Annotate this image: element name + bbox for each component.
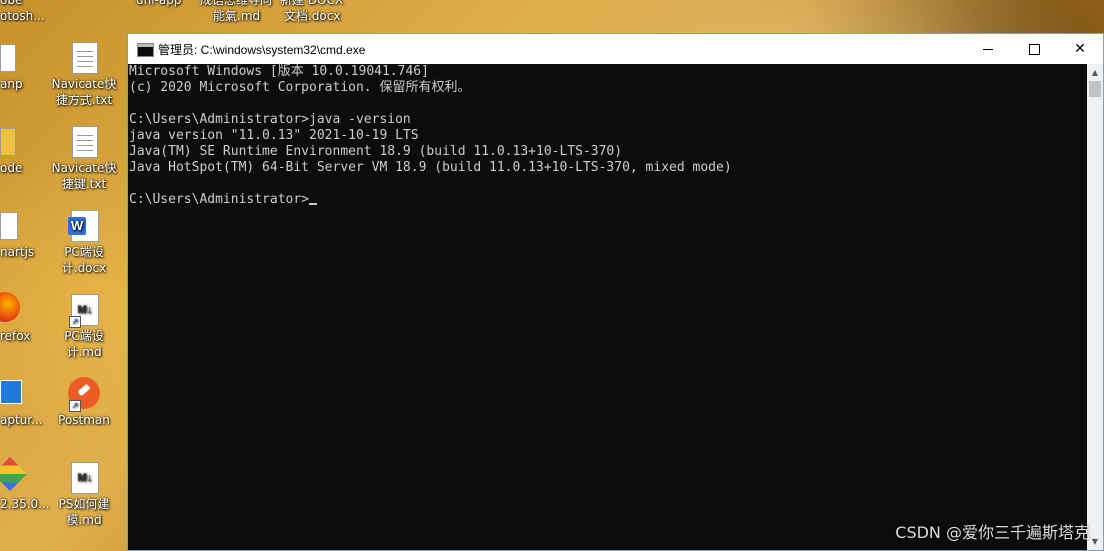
desktop-label-partial: obe [0,0,23,7]
desktop-label-partial: uni-app [136,0,182,7]
folder-icon [0,128,16,156]
desktop-label-partial: 成语思维导向 [200,0,273,7]
markdown-file-icon: M↓ [69,460,99,494]
desktop-icon-label: aptur... [0,413,43,427]
scroll-up-arrow-icon[interactable]: ▲ [1087,64,1103,81]
desktop-icon-postman[interactable]: ↗ Postman [47,376,121,428]
file-icon [0,44,16,72]
title-bar[interactable]: 管理员: C:\windows\system32\cmd.exe ✕ [128,34,1103,64]
desktop-icon-label: PC端设计.docx [61,245,107,275]
close-button[interactable]: ✕ [1057,34,1103,64]
minimize-icon [983,48,993,50]
desktop-icon-label: Navicate快捷方式.txt [51,77,117,107]
console-prompt: C:\Users\Administrator> [129,192,310,207]
desktop-icon-ps-modeling-md[interactable]: M↓ PS如何建模.md [47,460,121,528]
capture-tool-icon [0,380,22,404]
desktop-icon-label: anp [0,77,23,91]
console-line: Java(TM) SE Runtime Environment 18.9 (bu… [129,144,623,159]
desktop-icon-pc-design-md[interactable]: M↓ ↗ PC端设计.md [47,292,121,360]
shortcut-arrow-icon: ↗ [69,316,81,328]
desktop-icon-label: Navicate快捷键.txt [51,161,117,191]
close-icon: ✕ [1074,41,1086,57]
console-line: java version "11.0.13" 2021-10-19 LTS [129,128,419,143]
markdown-file-icon: M↓ ↗ [69,292,99,328]
console-line: Microsoft Windows [版本 10.0.19041.746] [129,64,429,79]
desktop-label-partial: 文档.docx [284,9,341,23]
text-file-icon [69,40,99,74]
minimize-button[interactable] [965,34,1011,64]
desktop-icon-label: ode [0,161,23,175]
text-cursor [309,203,318,205]
word-doc-icon: W [68,208,99,242]
desktop-label-partial: 新建 DOCX [280,0,344,7]
text-file-icon [69,124,99,158]
postman-icon: ↗ [68,376,100,412]
desktop-icon-label: Postman [58,413,110,427]
desktop-icon-label: refox [0,329,31,343]
desktop-label-partial: otosh... [0,9,45,23]
window-title: 管理员: C:\windows\system32\cmd.exe [158,43,366,57]
desktop-label-partial: 能氣.md [213,9,261,23]
desktop-icon-label: PC端设计.md [64,329,104,359]
desktop-icon-label: nartjs [0,245,35,259]
console-output[interactable]: Microsoft Windows [版本 10.0.19041.746] (c… [128,64,1087,550]
console-line: (c) 2020 Microsoft Corporation. 保留所有权利。 [129,80,471,95]
desktop-icon-pc-design-docx[interactable]: W PC端设计.docx [47,208,121,276]
scrollbar-thumb[interactable] [1089,81,1101,97]
cmd-window[interactable]: 管理员: C:\windows\system32\cmd.exe ✕ Micro… [127,33,1104,551]
shortcut-arrow-icon: ↗ [69,400,81,412]
desktop-icon-navicat-keys[interactable]: Navicate快捷键.txt [47,124,121,192]
desktop-icon-label: 2.35.0... [0,497,50,511]
desktop-icon-navicat-shortcut[interactable]: Navicate快捷方式.txt [47,40,121,108]
desktop-icon-label: PS如何建模.md [58,497,110,527]
console-app-icon[interactable] [137,43,154,57]
console-prompt-line[interactable]: C:\Users\Administrator> [128,192,1087,208]
watermark: CSDN @爱你三千遍斯塔克 [895,523,1090,542]
console-line: Java HotSpot(TM) 64-Bit Server VM 18.9 (… [129,160,732,175]
firefox-icon [0,292,20,322]
vertical-scrollbar[interactable]: ▲ ▼ [1087,64,1103,550]
maximize-button[interactable] [1011,34,1057,64]
app-icon [0,457,27,491]
maximize-icon [1028,43,1040,55]
file-icon [0,212,18,240]
console-line: C:\Users\Administrator>java -version [129,112,411,127]
